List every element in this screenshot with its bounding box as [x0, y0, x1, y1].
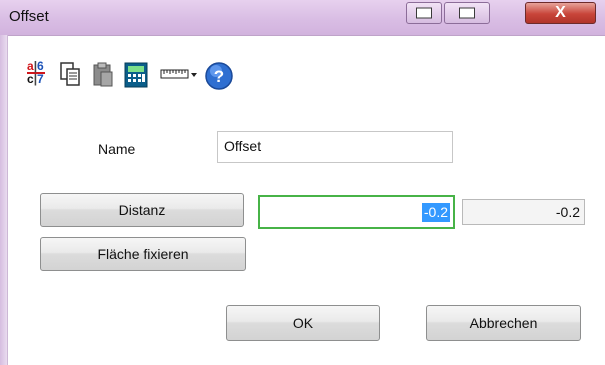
dock-icon	[416, 7, 432, 19]
calculator-icon[interactable]	[124, 61, 148, 91]
restore-icon	[459, 7, 475, 19]
paste-icon[interactable]	[91, 61, 115, 91]
help-icon[interactable]: ?	[204, 61, 236, 91]
window-left-border	[0, 35, 8, 365]
cancel-button[interactable]: Abbrechen	[426, 305, 581, 341]
toolbar: a|6 c|7 ?	[22, 60, 352, 93]
restore-button[interactable]	[444, 2, 490, 24]
distanz-value: -0.2	[421, 203, 450, 222]
flaeche-fixieren-button[interactable]: Fläche fixieren	[40, 237, 246, 271]
close-icon: X	[555, 4, 566, 21]
copy-icon[interactable]	[59, 61, 83, 91]
name-label: Name	[98, 141, 136, 157]
ruler-icon[interactable]	[160, 61, 198, 91]
title-bar: Offset X	[0, 0, 605, 36]
svg-text:?: ?	[214, 67, 224, 86]
close-button[interactable]: X	[525, 2, 596, 24]
dock-button[interactable]	[406, 2, 442, 24]
distanz-button[interactable]: Distanz	[40, 193, 244, 227]
distanz-input[interactable]: -0.2	[258, 195, 455, 229]
name-input[interactable]: Offset	[217, 131, 453, 163]
distanz-readout: -0.2	[462, 199, 585, 225]
ok-button[interactable]: OK	[226, 305, 380, 341]
fraction-icon[interactable]: a|6 c|7	[27, 60, 47, 91]
window-title: Offset	[9, 8, 49, 25]
